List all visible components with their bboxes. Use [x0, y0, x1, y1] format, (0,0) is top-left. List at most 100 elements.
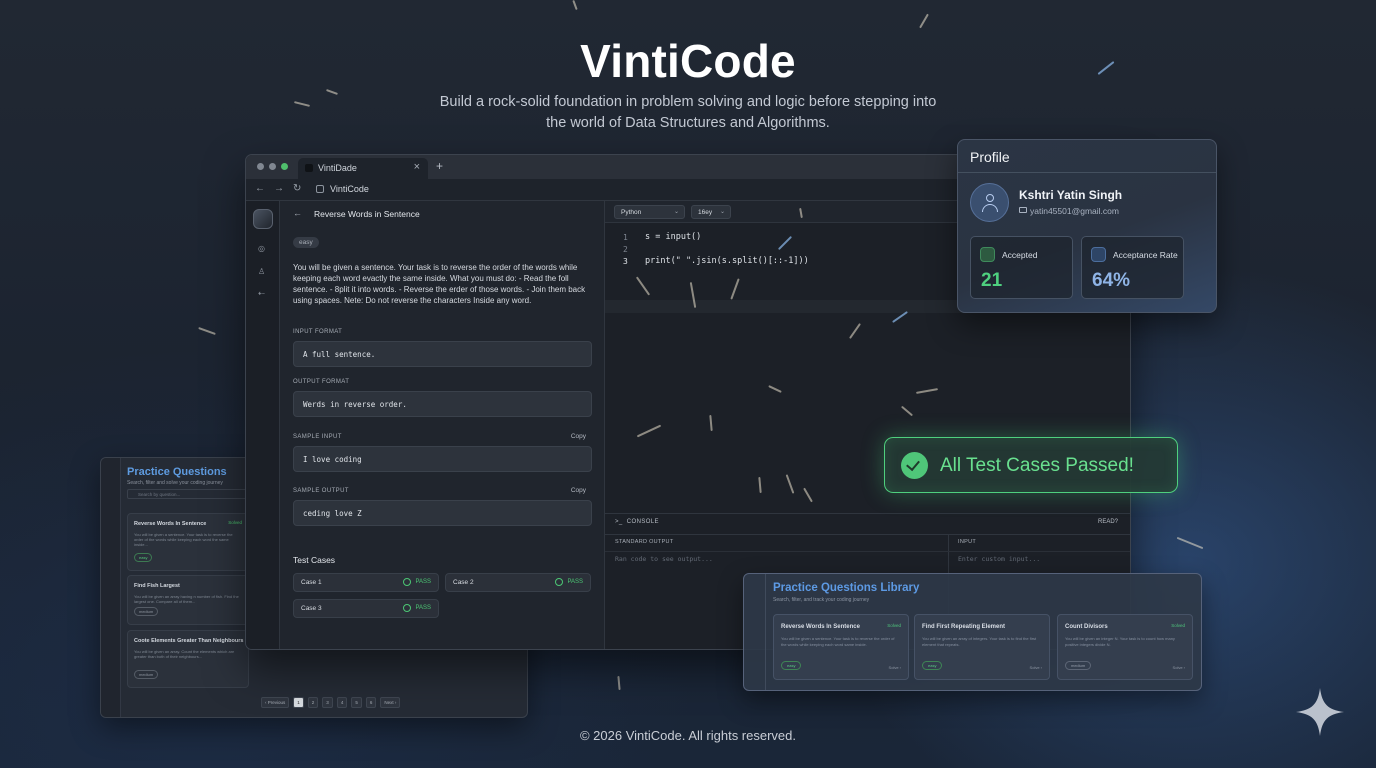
check-circle-icon [555, 578, 563, 586]
site-info-icon[interactable] [316, 185, 324, 193]
page-button[interactable]: 1 [293, 697, 304, 708]
check-circle-icon [403, 578, 411, 586]
card-difficulty: medium [134, 607, 159, 616]
sample-input-label: SAMPLE INPUT [293, 434, 342, 440]
card-title: Find First Repeating Element [922, 624, 1006, 630]
page-button[interactable]: 2 [307, 697, 319, 708]
console-status: READ? [1097, 519, 1118, 525]
test-case-1[interactable]: Case 1 PASS [293, 573, 439, 592]
test-cases-title: Test Cases [293, 555, 336, 565]
card-description: You will be given a sentence. Your task … [134, 532, 233, 547]
success-toast: All Test Cases Passed! [884, 437, 1178, 493]
card-description: You will be given an array having n numb… [134, 594, 239, 604]
page-next-button[interactable]: Next › [380, 697, 401, 708]
profile-name: Kshtri Yatin Singh [1019, 188, 1123, 202]
tab-title: VintiDade [318, 163, 357, 173]
custom-input-label: INPUT [958, 539, 976, 545]
back-arrow-icon[interactable]: ← [255, 183, 265, 194]
acceptance-rate-stat: Acceptance Rate 64% [1081, 236, 1184, 299]
forward-arrow-icon[interactable]: → [274, 183, 284, 194]
problem-title: Reverse Words in Sentence [314, 209, 420, 219]
page-button[interactable]: 6 [365, 697, 377, 708]
trend-up-icon [1091, 247, 1106, 262]
clock-icon [980, 247, 995, 262]
card-badge: Solved [887, 623, 901, 628]
reload-icon[interactable]: ↻ [293, 183, 301, 194]
code-line[interactable]: s = input() [645, 232, 701, 242]
card-badge: Solved [1171, 623, 1185, 628]
sample-input-box: I love coding [293, 446, 592, 472]
accepted-value: 21 [981, 270, 1003, 291]
hero-subtitle: Build a rock-solid foundation in problem… [439, 94, 937, 131]
test-case-3[interactable]: Case 3 PASS [293, 599, 439, 618]
solve-link[interactable]: Solve › [1030, 665, 1042, 670]
language-select[interactable]: Python ⌄ [614, 205, 685, 219]
new-tab-icon[interactable]: + [436, 159, 443, 173]
library-card[interactable]: Find First Repeating Element You will be… [914, 614, 1050, 680]
avatar[interactable] [970, 183, 1009, 222]
user-head-icon [986, 194, 994, 202]
font-size-select[interactable]: 16ey ⌄ [691, 205, 731, 219]
card-description: You will be given an integer N. Your tas… [1065, 636, 1175, 647]
test-case-2[interactable]: Case 2 PASS [445, 573, 591, 592]
copy-sample-input-button[interactable]: Copy [571, 433, 586, 440]
card-difficulty: medium [1065, 661, 1092, 670]
card-title: Reverse Words In Sentence [781, 624, 860, 630]
page-prev-button[interactable]: ‹ Previous [261, 697, 290, 708]
console-header-divider [605, 551, 1130, 552]
library-card[interactable]: Count Divisors Solved You will be given … [1057, 614, 1193, 680]
back-arrow-icon[interactable]: ← [293, 208, 302, 218]
logout-icon[interactable]: ⇠ [258, 289, 265, 298]
globe-icon[interactable]: ◎ [258, 244, 265, 253]
line-number: 2 [623, 245, 628, 254]
console-title: >_ CONSOLE [615, 519, 659, 525]
url-text[interactable]: VintiCode [330, 184, 369, 194]
card-description: You will be given a sentence. Your task … [781, 636, 895, 647]
practice-search-input[interactable]: Search by question... [127, 489, 247, 499]
window-minimize-dot[interactable] [269, 163, 276, 170]
card-difficulty: easy [134, 553, 153, 562]
page-button[interactable]: 4 [336, 697, 348, 708]
user-icon[interactable]: ♙ [258, 267, 265, 276]
window-close-dot[interactable] [257, 163, 264, 170]
profile-card: Profile Kshtri Yatin Singh yatin45501@gm… [957, 139, 1217, 313]
line-number: 3 [623, 257, 628, 266]
input-format-label: INPUT FORMAT [293, 329, 343, 335]
footer-copyright: © 2026 VintiCode. All rights reserved. [579, 728, 796, 743]
font-size-value: 16ey [698, 209, 713, 216]
card-difficulty: medium [134, 670, 159, 679]
accepted-stat: Accepted 21 [970, 236, 1073, 299]
test-case-status: PASS [415, 579, 431, 585]
difficulty-badge: easy [293, 237, 319, 248]
solve-link[interactable]: Solve › [1173, 665, 1185, 670]
library-card[interactable]: Reverse Words In Sentence Solved You wil… [773, 614, 909, 680]
profile-divider [958, 172, 1216, 173]
card-difficulty: easy [922, 661, 943, 670]
practice-card[interactable]: Find Fish Largest You will be given an a… [127, 575, 249, 625]
custom-input-field[interactable]: Enter custom input... [958, 555, 1040, 563]
user-body-icon [982, 204, 998, 212]
test-case-status: PASS [567, 579, 583, 585]
sample-output-box: ceding love Z [293, 500, 592, 526]
practice-card[interactable]: Coote Elements Greater Than Neighbours Y… [127, 630, 249, 688]
test-case-name: Case 2 [453, 579, 474, 586]
practice-card[interactable]: Reverse Words In Sentence Solved You wil… [127, 513, 249, 571]
page-button[interactable]: 3 [322, 697, 333, 708]
page-button[interactable]: 5 [351, 697, 362, 708]
tab-close-icon[interactable]: × [414, 161, 420, 173]
output-format-label: OUTPUT FORMAT [293, 379, 350, 385]
standard-output: Ran code to see output... [615, 555, 713, 563]
app-logo[interactable] [253, 209, 273, 229]
library-title: Practice Questions Library [773, 582, 920, 594]
browser-tab[interactable]: VintiDade × [298, 158, 428, 179]
profile-email: yatin45501@gmail.com [1030, 206, 1119, 216]
solve-link[interactable]: Solve › [889, 665, 901, 670]
window-maximize-dot[interactable] [281, 163, 288, 170]
code-line[interactable]: print(" ".jsin(s.split()[::-1])) [645, 256, 809, 266]
copy-sample-output-button[interactable]: Copy [571, 487, 586, 494]
pagination: ‹ Previous 1 2 3 4 5 6 Next › [261, 697, 401, 708]
toast-message: All Test Cases Passed! [940, 455, 1134, 476]
card-description: You will be given an array of integers. … [922, 636, 1037, 647]
chevron-down-icon: ⌄ [673, 209, 679, 215]
card-title: Find Fish Largest [134, 583, 180, 589]
